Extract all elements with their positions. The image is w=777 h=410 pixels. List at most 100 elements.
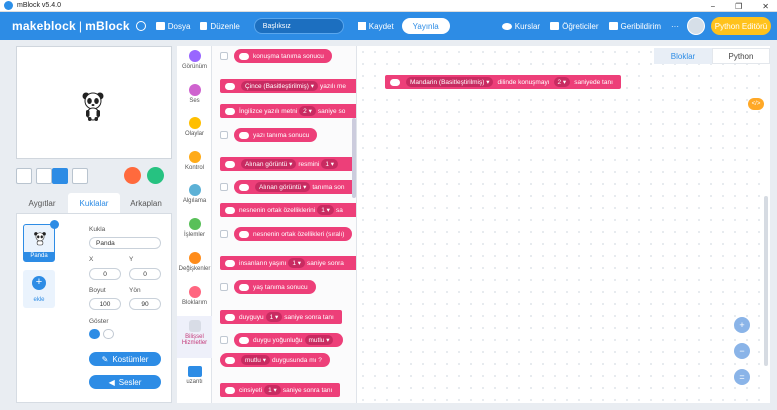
python-editor-button[interactable]: Python Editörü <box>711 17 771 35</box>
block-is-emotion[interactable]: mutlu ▾ duygusunda mı ? <box>220 353 330 367</box>
block-checkbox[interactable] <box>220 52 228 60</box>
block-text: resmini <box>298 160 320 168</box>
x-input[interactable]: 0 <box>89 268 121 280</box>
block-image-recognize[interactable]: Alınan görüntü ▾ resmini 1 ▾ <box>220 157 356 171</box>
script-workspace[interactable]: Bloklar Python </> Mandarin (Basitleştir… <box>357 46 770 403</box>
block-dropdown[interactable]: Çince (Basitleştirilmiş) ▾ <box>241 81 318 91</box>
code-view-icon[interactable]: </> <box>748 98 764 110</box>
editor-tabs: Bloklar Python <box>654 48 770 64</box>
block-dropdown[interactable]: Mandarin (Basitleştirilmiş) ▾ <box>406 77 494 87</box>
block-checkbox[interactable] <box>220 230 228 238</box>
block-dropdown[interactable]: 1 ▾ <box>288 258 306 268</box>
category-events[interactable]: Olaylar <box>177 117 212 137</box>
add-sprite-button[interactable]: + ekle <box>23 270 55 308</box>
palette-scrollbar[interactable] <box>352 118 356 198</box>
workspace-block-recognize-mandarin[interactable]: Mandarin (Basitleştirilmiş) ▾ dilinde ko… <box>385 75 621 89</box>
block-checkbox[interactable] <box>220 183 228 191</box>
edit-menu[interactable]: Düzenle <box>200 22 240 31</box>
block-recognize-chinese[interactable]: Çince (Basitleştirilmiş) ▾ yazılı me <box>220 79 356 93</box>
sprite-name-input[interactable]: Panda <box>89 237 161 249</box>
minimize-button[interactable]: − <box>710 2 715 11</box>
block-checkbox[interactable] <box>220 131 228 139</box>
delete-sprite-icon[interactable] <box>50 220 59 229</box>
maximize-button[interactable]: ❐ <box>735 2 742 11</box>
tab-devices[interactable]: Aygıtlar <box>16 193 68 213</box>
costumes-label: Kostümler <box>112 354 149 364</box>
block-image-result[interactable]: Alınan görüntü ▾ tanıma son <box>234 180 356 194</box>
category-cognitive-services[interactable]: Bilişsel Hizmetler <box>177 316 212 358</box>
green-flag-button[interactable] <box>147 167 164 184</box>
direction-input[interactable]: 90 <box>129 298 161 310</box>
category-control[interactable]: Kontrol <box>177 151 212 171</box>
brand-separator: | <box>78 19 83 33</box>
block-dropdown[interactable]: 1 ▾ <box>264 385 281 395</box>
block-dropdown[interactable]: mutlu ▾ <box>304 335 334 345</box>
block-dropdown[interactable]: 1 ▾ <box>321 159 338 169</box>
category-variables[interactable]: Değişkenler <box>177 252 212 272</box>
category-sound[interactable]: Ses <box>177 84 212 104</box>
close-button[interactable]: ✕ <box>762 2 769 11</box>
hide-eye-icon[interactable] <box>103 329 114 339</box>
language-globe-icon[interactable] <box>135 21 146 31</box>
sounds-button[interactable]: ◀ Sesler <box>89 375 161 389</box>
block-checkbox[interactable] <box>220 283 228 291</box>
block-recognize-emotion[interactable]: duyguyu 1 ▾ saniye sonra tanı <box>220 310 342 324</box>
block-object-features-sorted[interactable]: nesnenin ortak özellikleri (sıralı) <box>234 227 353 241</box>
sounds-label: Sesler <box>118 377 142 387</box>
block-dropdown[interactable]: 2 ▾ <box>299 106 316 116</box>
category-sensing[interactable]: Algılama <box>177 184 212 204</box>
tab-blocks[interactable]: Bloklar <box>654 48 712 64</box>
small-stage-icon[interactable] <box>36 168 52 184</box>
block-age-result[interactable]: yaş tanıma sonucu <box>234 280 316 294</box>
block-text: duygu yoğunluğu <box>253 336 303 344</box>
zoom-out-button[interactable]: − <box>734 343 750 359</box>
feedback-link[interactable]: Geribildirim <box>608 22 661 31</box>
category-looks[interactable]: Görünüm <box>177 50 212 70</box>
courses-link[interactable]: Kurslar <box>501 22 540 31</box>
block-checkbox[interactable] <box>220 336 228 344</box>
block-speech-result[interactable]: konuşma tanıma sonucu <box>234 49 332 63</box>
zoom-reset-button[interactable]: = <box>734 369 750 385</box>
block-dropdown[interactable]: Alınan görüntü ▾ <box>241 159 297 169</box>
stage-toolbar <box>16 165 172 187</box>
publish-button[interactable]: Yayınla <box>401 18 450 34</box>
block-dropdown[interactable]: mutlu ▾ <box>241 355 270 365</box>
size-input[interactable]: 100 <box>89 298 121 310</box>
tutorials-link[interactable]: Öğreticiler <box>550 22 599 31</box>
more-menu[interactable]: ··· <box>671 22 679 31</box>
tab-sprites[interactable]: Kuklalar <box>68 193 120 213</box>
block-recognize-age[interactable]: insanların yaşını 1 ▾ saniye sonra <box>220 256 356 270</box>
block-dropdown[interactable]: Alınan görüntü ▾ <box>255 182 311 192</box>
fullscreen-icon[interactable] <box>16 168 32 184</box>
block-text-result[interactable]: yazı tanıma sonucu <box>234 128 318 142</box>
costumes-button[interactable]: ✎ Kostümler <box>89 352 161 366</box>
block-emotion-intensity[interactable]: duygu yoğunluğu mutlu ▾ <box>234 333 344 347</box>
block-dropdown[interactable]: 1 ▾ <box>317 205 334 215</box>
grid-icon[interactable] <box>72 168 88 184</box>
category-my-blocks[interactable]: Bloklarım <box>177 286 212 306</box>
file-menu[interactable]: Dosya <box>155 22 190 31</box>
y-input[interactable]: 0 <box>129 268 161 280</box>
category-operators[interactable]: İşlemler <box>177 218 212 238</box>
panda-sprite[interactable] <box>81 91 105 121</box>
tab-backdrops[interactable]: Arkaplan <box>120 193 172 213</box>
block-object-features[interactable]: nesnenin ortak özelliklerini 1 ▾ sa <box>220 203 356 217</box>
save-button[interactable]: Kaydet <box>357 22 394 31</box>
normal-stage-icon[interactable] <box>52 168 68 184</box>
category-extension[interactable]: uzantı <box>177 366 212 385</box>
block-dropdown[interactable]: 2 ▾ <box>553 77 571 87</box>
project-name-input[interactable]: Başlıksız <box>253 18 344 34</box>
stop-button[interactable] <box>124 167 141 184</box>
block-dropdown[interactable]: 1 ▾ <box>265 312 283 322</box>
extension-plus-icon <box>187 366 202 377</box>
sprite-card-panda[interactable]: Panda <box>23 220 59 262</box>
show-eye-icon[interactable] <box>89 329 100 339</box>
user-avatar[interactable] <box>687 17 705 35</box>
block-recognize-english[interactable]: İngilizce yazılı metni 2 ▾ saniye so <box>220 104 356 118</box>
tab-python[interactable]: Python <box>712 48 770 64</box>
workspace-scrollbar[interactable] <box>764 196 768 366</box>
window-title: mBlock v5.4.0 <box>17 2 61 9</box>
block-recognize-gender[interactable]: cinsiyeti 1 ▾ saniye sonra tanı <box>220 383 341 397</box>
stage-canvas[interactable] <box>16 46 172 159</box>
zoom-in-button[interactable]: + <box>734 317 750 333</box>
